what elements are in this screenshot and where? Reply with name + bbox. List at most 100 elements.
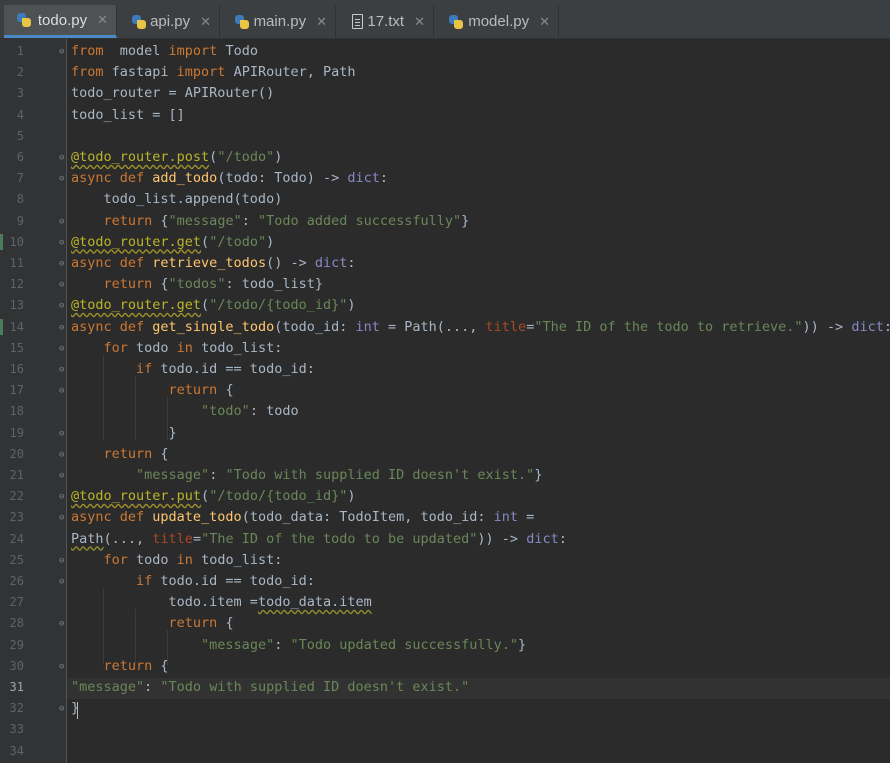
code-token: ): [347, 297, 356, 314]
code-token: (...,: [103, 530, 153, 547]
line-number: 10: [9, 234, 24, 249]
code-line: return {: [71, 656, 169, 677]
code-token: }: [71, 700, 80, 717]
close-icon[interactable]: ✕: [316, 14, 327, 30]
code-token: todo: [136, 339, 177, 356]
code-token: todo_list:: [201, 551, 283, 568]
code-line: async def get_single_todo(todo_id: int =…: [71, 317, 890, 338]
code-token: :: [274, 636, 291, 653]
code-line: @todo_router.post("/todo"): [71, 147, 282, 168]
code-token: }: [71, 424, 177, 441]
code-token: from: [71, 64, 104, 81]
code-line: todo_list.append(todo): [71, 189, 283, 210]
tab-todo-py[interactable]: todo.py ✕: [4, 5, 117, 38]
code-token: : todo: [249, 403, 299, 420]
line-number: 19: [9, 425, 24, 440]
code-token: todo_data.item: [257, 594, 372, 611]
code-token: if: [71, 361, 161, 377]
code-token: title: [485, 318, 527, 335]
line-number: 31: [9, 680, 24, 694]
code-line: return {: [71, 613, 234, 634]
code-line: from model import Todo: [71, 41, 258, 62]
line-number: 32: [9, 701, 24, 716]
code-token: dict: [851, 318, 884, 335]
code-token: async def: [71, 170, 153, 187]
close-icon[interactable]: ✕: [200, 14, 211, 30]
indent-guide: [103, 355, 104, 440]
code-token: }: [518, 636, 527, 653]
code-token: @todo_router.get: [71, 297, 202, 314]
code-token: :: [144, 679, 161, 695]
tab-main-py[interactable]: main.py ✕: [222, 5, 336, 38]
code-token: = Path(...,: [379, 318, 486, 335]
python-file-icon: [16, 11, 32, 29]
tab-model-py[interactable]: model.py ✕: [436, 5, 559, 38]
line-number: 17: [9, 383, 24, 398]
code-token: todo_list:: [201, 339, 283, 356]
code-line: return {"message": "Todo added successfu…: [71, 211, 470, 232]
code-token: "Todo with supplied ID doesn't exist.": [225, 467, 535, 483]
code-line: @todo_router.get("/todo/{todo_id}"): [71, 295, 356, 316]
code-line: }: [71, 698, 79, 719]
line-number: 1: [16, 44, 24, 58]
code-token: }: [461, 212, 470, 229]
code-token: retrieve_todos: [152, 255, 267, 271]
line-number: 11: [9, 256, 24, 270]
code-token: ): [266, 233, 275, 250]
line-number: 9: [16, 213, 24, 228]
code-token: {: [160, 212, 169, 229]
code-token: =: [518, 509, 535, 526]
line-number: 5: [16, 128, 24, 143]
close-icon[interactable]: ✕: [539, 14, 550, 30]
tab-api-py[interactable]: api.py ✕: [119, 5, 220, 38]
tab-17-txt[interactable]: 17.txt ✕: [338, 5, 434, 38]
line-number: 12: [9, 277, 24, 292]
code-token: todo_list = []: [71, 106, 185, 123]
code-token: "The ID of the todo to retrieve.": [534, 318, 803, 335]
code-token: in: [176, 551, 202, 568]
code-token: {: [160, 445, 169, 462]
line-number: 27: [9, 595, 24, 610]
line-number-gutter: 1 ⊖ 2 3 4 5 6 ⊖ 7 ⊖ 8 9 ⊖ 10 ⊖ 11 ⊖ 12 ⊖ 13 ⊖ 14 ⊖ 15 ⊖ 16 ⊖ 17 ⊖ 18 1…: [0, 39, 67, 763]
line-number: 15: [9, 340, 24, 355]
tab-label: main.py: [253, 13, 307, 30]
code-token: todo_router = APIRouter(): [71, 85, 275, 102]
code-token: fastapi: [103, 64, 177, 81]
tab-label: api.py: [150, 13, 191, 30]
code-line: async def add_todo(todo: Todo) -> dict:: [71, 168, 388, 189]
code-token: "todo": [201, 403, 250, 420]
line-number: 28: [9, 616, 24, 631]
code-token: return: [71, 615, 226, 632]
code-token: "Todo updated successfully.": [290, 636, 519, 653]
code-token: "message": [168, 212, 242, 229]
code-token: "/todo/{todo_id}": [209, 488, 348, 505]
code-token: )) ->: [477, 530, 527, 547]
code-token: }: [534, 467, 543, 483]
code-token: return: [71, 212, 161, 229]
code-token: todo: [136, 551, 177, 568]
code-token: int: [493, 509, 519, 526]
line-number: 30: [9, 658, 24, 673]
code-token: import: [176, 64, 226, 81]
code-token: @todo_router.put: [71, 488, 202, 505]
close-icon[interactable]: ✕: [414, 14, 425, 30]
code-token: return: [71, 276, 161, 293]
line-number: 16: [9, 362, 24, 376]
close-icon[interactable]: ✕: [97, 12, 108, 28]
indent-guide: [167, 630, 168, 665]
line-number: 29: [9, 637, 24, 652]
code-token: "/todo/{todo_id}": [209, 297, 348, 314]
code-token: (: [201, 233, 210, 250]
code-token: async def: [71, 255, 153, 271]
code-line: return {: [71, 380, 234, 401]
editor-tab-bar: todo.py ✕ api.py ✕ main.py ✕ 17.txt ✕ model.py ✕: [0, 0, 890, 39]
code-token: "/todo": [209, 233, 267, 250]
line-number: 25: [9, 552, 24, 567]
python-file-icon: [234, 13, 249, 31]
code-token: (: [201, 488, 210, 505]
code-token: return: [71, 445, 161, 462]
code-token: {: [225, 615, 234, 632]
code-token: =: [192, 530, 202, 547]
code-line: return {"todos": todo_list}: [71, 274, 324, 295]
line-number: 13: [9, 298, 24, 313]
